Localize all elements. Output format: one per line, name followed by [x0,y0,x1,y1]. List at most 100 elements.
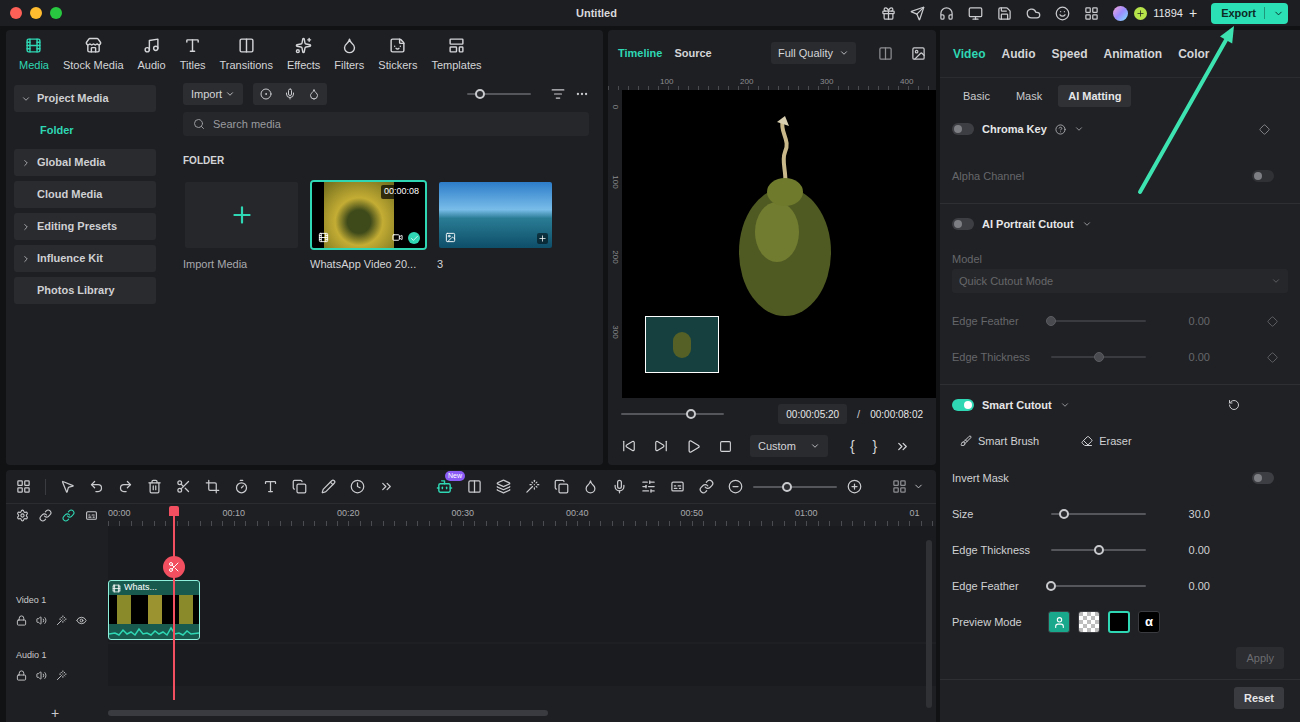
help-icon[interactable] [1055,124,1066,135]
playback-progress[interactable] [621,408,724,420]
ai-icon[interactable] [308,88,320,100]
undo-icon[interactable] [89,479,104,494]
filter-icon[interactable] [551,87,565,101]
mark-in-button[interactable]: { [850,436,855,457]
media-tab[interactable]: Filters [334,37,364,74]
collapsed-icon[interactable] [21,158,31,168]
property-subtab[interactable]: AI Matting [1058,85,1131,107]
search-field[interactable]: Search media [183,112,589,136]
stop-icon[interactable] [719,440,732,453]
timeline-zoom-slider[interactable] [753,481,837,493]
media-tab[interactable]: Media [19,37,49,74]
text-icon[interactable] [263,479,278,494]
track-settings-icon[interactable] [892,479,907,494]
media-tab[interactable]: Titles [180,37,206,74]
cutout-tool-button[interactable]: Smart Brush [960,433,1039,450]
preview-mode-option[interactable] [1048,611,1070,633]
property-tab[interactable]: Color [1178,45,1209,63]
reset-button[interactable]: Reset [1234,687,1284,709]
horizontal-scrollbar[interactable] [108,710,548,716]
color-icon[interactable] [583,479,598,494]
reset-section-icon[interactable] [1228,399,1240,411]
more-tools-icon[interactable] [379,479,394,494]
property-slider[interactable] [1051,544,1146,556]
keyframe-icon[interactable] [1259,124,1270,135]
delete-icon[interactable] [147,479,162,494]
add-track-button[interactable]: + [51,705,59,721]
media-tab[interactable]: Transitions [220,37,273,74]
avatar-icon[interactable] [1113,6,1128,21]
voiceover-icon[interactable] [612,479,627,494]
audio-mixer-icon[interactable] [641,479,656,494]
vertical-scrollbar[interactable] [926,540,932,708]
section-expand-icon[interactable] [1082,219,1092,229]
layers-icon[interactable] [496,479,511,494]
preview-tab[interactable]: Timeline [618,45,662,62]
thumbnail-size-slider[interactable] [467,88,531,100]
media-tab[interactable]: Effects [287,37,320,74]
apps-icon[interactable] [1084,6,1099,21]
invert-mask-toggle[interactable] [1252,472,1274,484]
sidebar-item[interactable]: Editing Presets [14,213,156,240]
link-tracks-icon[interactable] [39,509,52,522]
save-icon[interactable] [997,6,1012,21]
mark-out-button[interactable]: } [873,436,878,457]
gift-icon[interactable] [881,6,896,21]
scissors-icon[interactable] [168,561,180,573]
playhead[interactable] [168,506,180,700]
snapshot-icon[interactable] [911,46,926,61]
zoom-button[interactable] [50,7,62,19]
playback-dropdown[interactable]: Custom [750,435,828,457]
volume-icon[interactable] [36,615,47,626]
sidebar-item[interactable]: Project Media [14,85,156,112]
draw-icon[interactable] [321,479,336,494]
split-screen-icon[interactable] [467,479,482,494]
property-tab[interactable]: Speed [1051,45,1087,63]
more-icon[interactable] [575,87,589,101]
quality-dropdown[interactable]: Full Quality [771,42,856,64]
lock-icon[interactable] [16,615,27,626]
duration-icon[interactable] [350,479,365,494]
sidebar-item[interactable]: Cloud Media [14,181,156,208]
track-effects-icon[interactable] [56,615,67,626]
speed-icon[interactable] [234,479,249,494]
next-frame-icon[interactable] [654,439,668,453]
property-subtab[interactable]: Basic [953,85,1000,107]
duplicate-icon[interactable] [292,479,307,494]
record-icon[interactable] [260,88,272,100]
add-to-timeline-icon[interactable] [538,234,547,243]
mic-icon[interactable] [284,88,296,100]
support-icon[interactable] [939,6,954,21]
export-button[interactable]: Export [1211,3,1288,24]
play-icon[interactable] [686,439,701,454]
ai-portrait-toggle[interactable] [952,218,974,230]
picture-in-picture-thumbnail[interactable] [645,316,719,373]
monitor-icon[interactable] [968,6,983,21]
preview-canvas[interactable] [622,90,936,398]
volume-icon[interactable] [36,670,47,681]
media-card[interactable]: 00:00:08WhatsApp Video 20... [310,180,427,273]
playhead-split-button[interactable] [163,556,185,578]
link-icon[interactable] [699,479,714,494]
timeline-settings-icon[interactable] [16,509,29,522]
media-tab[interactable]: Stock Media [63,37,124,74]
property-slider[interactable] [1051,580,1146,592]
import-button[interactable]: Import [183,83,243,105]
more-controls-icon[interactable] [895,439,910,454]
current-time[interactable]: 00:00:05:20 [778,404,847,424]
layout-icon[interactable] [16,479,31,494]
chroma-key-toggle[interactable] [952,123,974,135]
lock-icon[interactable] [16,670,27,681]
preview-mode-option[interactable] [1078,611,1100,633]
copy-icon[interactable] [554,479,569,494]
crop-icon[interactable] [205,479,220,494]
feedback-icon[interactable] [1055,6,1070,21]
media-card[interactable]: 3 [437,180,554,273]
property-tab[interactable]: Animation [1103,45,1162,63]
zoom-out-icon[interactable] [728,479,743,494]
layout-icon[interactable] [878,46,893,61]
close-button[interactable] [10,7,22,19]
redo-icon[interactable] [118,479,133,494]
property-tab[interactable]: Audio [1001,45,1035,63]
cutout-tool-button[interactable]: Eraser [1081,433,1131,450]
